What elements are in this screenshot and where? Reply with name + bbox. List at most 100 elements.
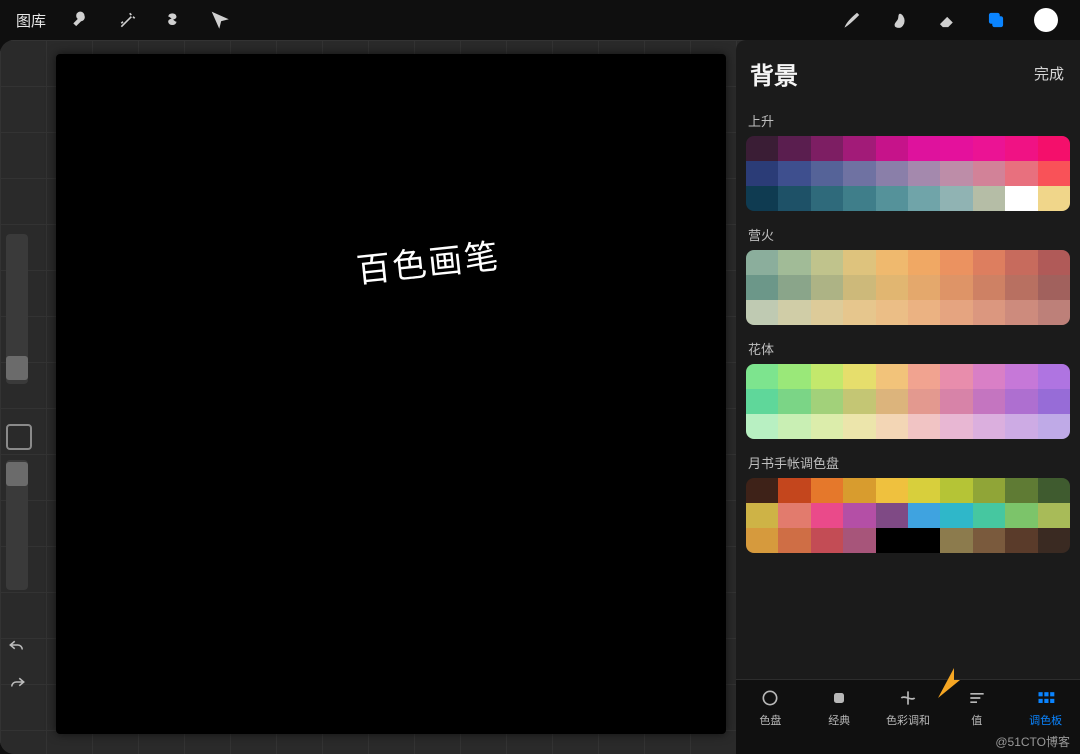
palette-swatch[interactable]	[1005, 528, 1037, 553]
palette-swatch[interactable]	[908, 478, 940, 503]
palette-swatch[interactable]	[1038, 250, 1070, 275]
palette-swatch[interactable]	[908, 364, 940, 389]
palette-swatch[interactable]	[1038, 161, 1070, 186]
palette-swatch[interactable]	[843, 478, 875, 503]
palette-swatch[interactable]	[811, 300, 843, 325]
palette-swatch[interactable]	[1005, 275, 1037, 300]
eraser-icon[interactable]	[938, 10, 958, 30]
palette-swatch[interactable]	[940, 414, 972, 439]
brush-icon[interactable]	[842, 10, 862, 30]
palette-swatch[interactable]	[1005, 364, 1037, 389]
palette-swatch[interactable]	[940, 161, 972, 186]
palette-swatch[interactable]	[940, 136, 972, 161]
palette-swatch[interactable]	[746, 186, 778, 211]
palette-swatch[interactable]	[876, 186, 908, 211]
palette-swatch[interactable]	[811, 414, 843, 439]
palette-swatch[interactable]	[940, 389, 972, 414]
palette-swatch[interactable]	[778, 528, 810, 553]
palette-swatch[interactable]	[746, 250, 778, 275]
palette-swatch[interactable]	[1005, 389, 1037, 414]
palette-swatch[interactable]	[746, 503, 778, 528]
smudge-icon[interactable]	[890, 10, 910, 30]
palette-swatch[interactable]	[940, 250, 972, 275]
palette-swatch[interactable]	[811, 503, 843, 528]
palette-swatch[interactable]	[973, 136, 1005, 161]
layers-icon[interactable]	[986, 10, 1006, 30]
palette-swatch[interactable]	[1005, 414, 1037, 439]
palette-swatch[interactable]	[876, 364, 908, 389]
palette-swatch[interactable]	[876, 275, 908, 300]
tab-palettes[interactable]: 调色板	[1016, 688, 1076, 728]
tab-value[interactable]: 值	[947, 688, 1007, 728]
palette-swatch[interactable]	[843, 250, 875, 275]
palette-swatch[interactable]	[778, 136, 810, 161]
palette-swatch[interactable]	[876, 414, 908, 439]
brush-size-slider[interactable]	[6, 234, 28, 384]
palette-swatch[interactable]	[940, 300, 972, 325]
palette-swatch[interactable]	[746, 414, 778, 439]
opacity-slider[interactable]	[6, 460, 28, 590]
palette-swatch[interactable]	[940, 364, 972, 389]
palette-swatch[interactable]	[1038, 136, 1070, 161]
palette-swatch[interactable]	[1005, 186, 1037, 211]
canvas[interactable]: 百色画笔	[56, 54, 726, 734]
palette-swatch[interactable]	[908, 503, 940, 528]
opacity-thumb[interactable]	[6, 462, 28, 486]
palette-swatch[interactable]	[746, 478, 778, 503]
brush-size-thumb[interactable]	[6, 356, 28, 380]
palette-swatch[interactable]	[778, 275, 810, 300]
palette-swatch[interactable]	[746, 161, 778, 186]
palette-swatch[interactable]	[1038, 364, 1070, 389]
palette-swatch[interactable]	[940, 503, 972, 528]
tab-harmony[interactable]: 色彩调和	[878, 688, 938, 728]
palette-swatch[interactable]	[843, 275, 875, 300]
panel-done-button[interactable]: 完成	[1034, 63, 1064, 84]
palette-swatch[interactable]	[973, 414, 1005, 439]
palette-swatch[interactable]	[843, 364, 875, 389]
palette-swatch[interactable]	[973, 186, 1005, 211]
palette-swatch[interactable]	[778, 478, 810, 503]
palette-swatch[interactable]	[973, 528, 1005, 553]
palette-swatch[interactable]	[973, 478, 1005, 503]
palette-swatch[interactable]	[778, 300, 810, 325]
palette-swatch[interactable]	[973, 503, 1005, 528]
palette-swatch[interactable]	[1005, 300, 1037, 325]
palette-swatch[interactable]	[908, 161, 940, 186]
tab-classic[interactable]: 经典	[809, 688, 869, 728]
palette-swatch[interactable]	[973, 300, 1005, 325]
palette-swatch[interactable]	[908, 250, 940, 275]
palette-swatch[interactable]	[843, 136, 875, 161]
palette-swatch[interactable]	[908, 300, 940, 325]
palette-swatch[interactable]	[746, 136, 778, 161]
palette-swatch[interactable]	[908, 275, 940, 300]
palette-swatch[interactable]	[876, 478, 908, 503]
palette-swatch[interactable]	[811, 186, 843, 211]
palette-swatch[interactable]	[1005, 161, 1037, 186]
palette-swatch[interactable]	[908, 389, 940, 414]
palette-swatch[interactable]	[1038, 528, 1070, 553]
palette-swatch[interactable]	[843, 389, 875, 414]
palette-swatch[interactable]	[973, 364, 1005, 389]
undo-icon[interactable]	[8, 638, 26, 657]
palette-swatch[interactable]	[811, 389, 843, 414]
palette-swatch[interactable]	[908, 136, 940, 161]
palette-swatch[interactable]	[811, 250, 843, 275]
palette-swatch[interactable]	[746, 300, 778, 325]
palette-swatch[interactable]	[746, 389, 778, 414]
palette-swatch[interactable]	[876, 136, 908, 161]
palette-swatch[interactable]	[778, 503, 810, 528]
palette-swatch[interactable]	[778, 250, 810, 275]
palette-swatch[interactable]	[811, 478, 843, 503]
palette-swatch[interactable]	[973, 161, 1005, 186]
palette-swatch[interactable]	[876, 250, 908, 275]
palette-swatch[interactable]	[778, 186, 810, 211]
palette-swatch[interactable]	[1038, 503, 1070, 528]
palette-swatch[interactable]	[940, 186, 972, 211]
palette-swatch[interactable]	[843, 161, 875, 186]
palette-swatch[interactable]	[876, 503, 908, 528]
palette-swatch[interactable]	[1038, 389, 1070, 414]
palette-swatch[interactable]	[843, 503, 875, 528]
palette-swatch[interactable]	[811, 136, 843, 161]
palette-swatch[interactable]	[811, 275, 843, 300]
wand-icon[interactable]	[118, 10, 138, 30]
